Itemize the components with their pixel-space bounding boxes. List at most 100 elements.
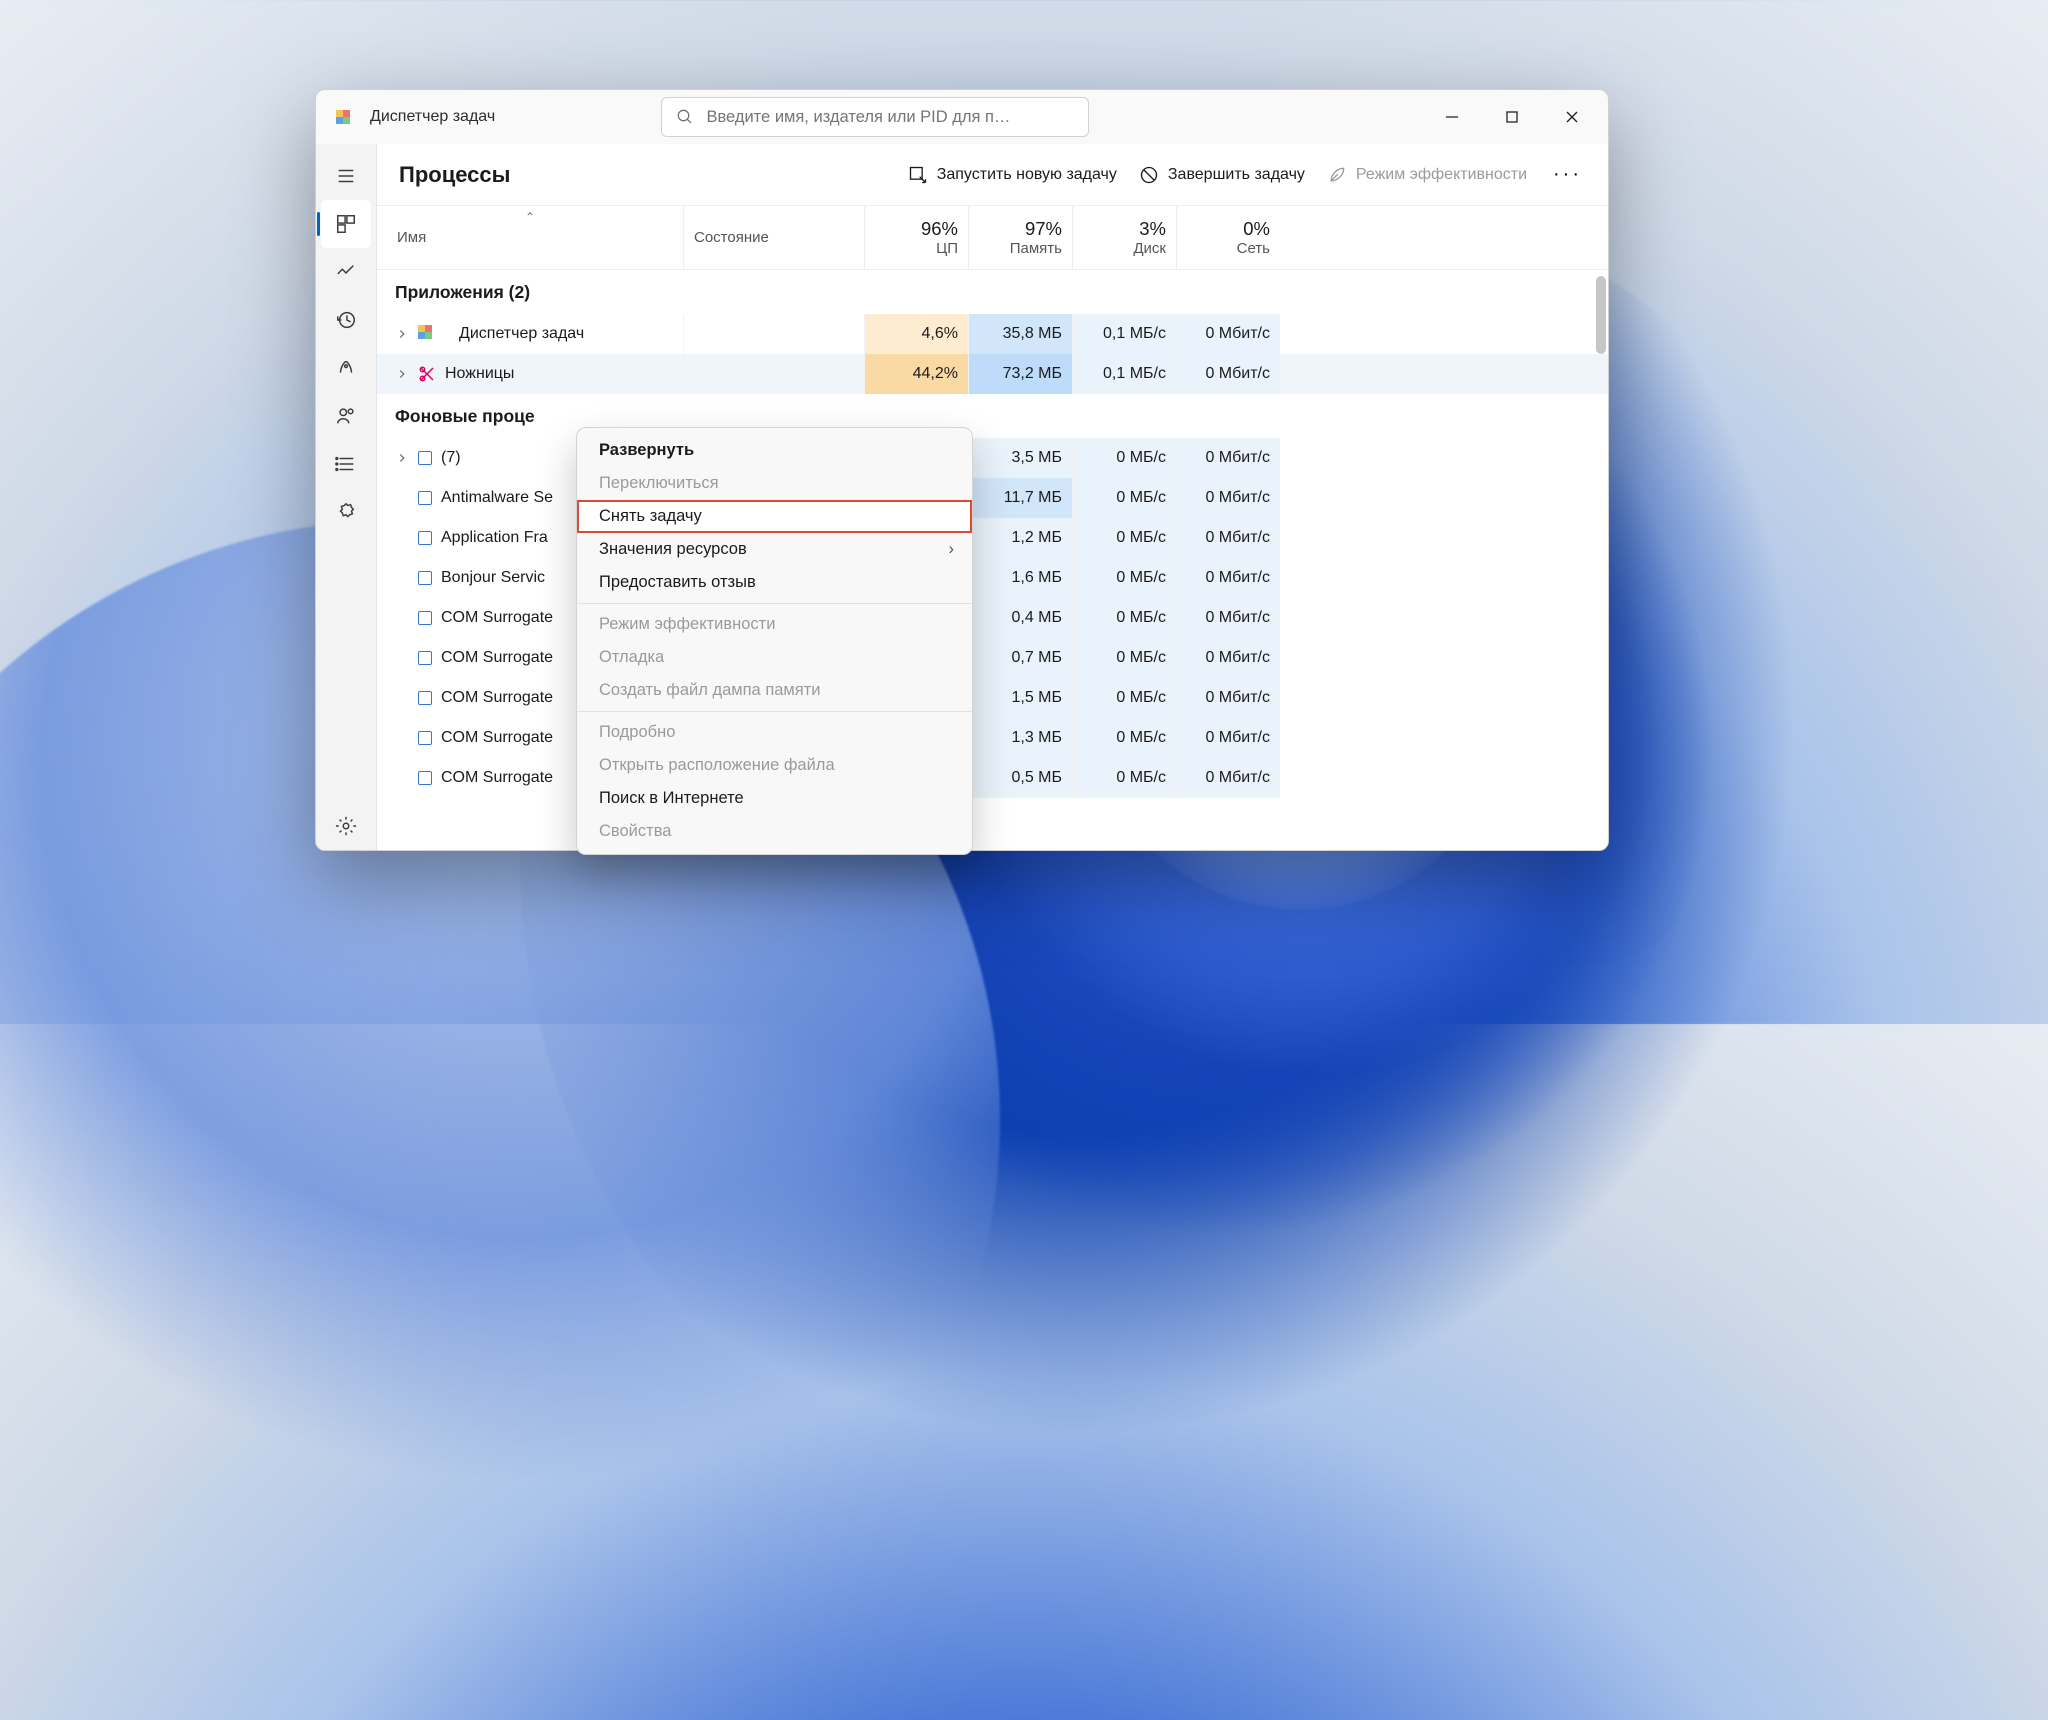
nav-performance[interactable] — [321, 248, 371, 296]
group-background: Фоновые проце — [377, 394, 1608, 438]
process-name: (7) — [441, 449, 461, 467]
nav-processes[interactable] — [321, 200, 371, 248]
cell-disk: 0 МБ/с — [1072, 678, 1176, 718]
chevron-right-icon[interactable] — [395, 367, 409, 381]
menu-item: Переключиться — [577, 467, 972, 500]
cell-disk: 0,1 МБ/с — [1072, 314, 1176, 354]
search-input[interactable] — [706, 108, 1074, 127]
col-cpu: 96%ЦП — [864, 206, 968, 269]
context-menu: РазвернутьПереключитьсяСнять задачуЗначе… — [576, 427, 973, 855]
scrollbar-thumb[interactable] — [1596, 276, 1606, 354]
table-row[interactable]: Bonjour Servic%1,6 МБ0 МБ/с0 Мбит/с — [377, 558, 1608, 598]
menu-item: Отладка — [577, 641, 972, 674]
chevron-right-icon: › — [949, 540, 955, 559]
process-name: COM Surrogate — [441, 769, 553, 787]
nav-services[interactable] — [321, 488, 371, 536]
titlebar: Диспетчер задач — [316, 90, 1608, 144]
efficiency-mode-button: Режим эффективности — [1327, 165, 1527, 185]
menu-separator — [577, 711, 972, 712]
search-box[interactable] — [661, 97, 1089, 137]
cell-network: 0 Мбит/с — [1176, 678, 1280, 718]
nav-startup[interactable] — [321, 344, 371, 392]
col-disk: 3%Диск — [1072, 206, 1176, 269]
cell-disk: 0 МБ/с — [1072, 438, 1176, 478]
cell-network: 0 Мбит/с — [1176, 718, 1280, 758]
table-row[interactable]: Application Fra%1,2 МБ0 МБ/с0 Мбит/с — [377, 518, 1608, 558]
table-row[interactable]: (7)%3,5 МБ0 МБ/с0 Мбит/с — [377, 438, 1608, 478]
app-title: Диспетчер задач — [370, 108, 495, 126]
cell-disk: 0 МБ/с — [1072, 718, 1176, 758]
cell-network: 0 Мбит/с — [1176, 518, 1280, 558]
menu-item: Открыть расположение файла — [577, 749, 972, 782]
cell-memory: 1,3 МБ — [968, 718, 1072, 758]
nav-users[interactable] — [321, 392, 371, 440]
sidebar — [316, 144, 377, 850]
menu-item[interactable]: Значения ресурсов› — [577, 533, 972, 566]
process-name: COM Surrogate — [441, 689, 553, 707]
end-task-button[interactable]: Завершить задачу — [1139, 165, 1305, 185]
cell-memory: 1,5 МБ — [968, 678, 1072, 718]
menu-item[interactable]: Развернуть — [577, 434, 972, 467]
cell-network: 0 Мбит/с — [1176, 758, 1280, 798]
process-name: Application Fra — [441, 529, 548, 547]
cell-memory: 3,5 МБ — [968, 438, 1072, 478]
cell-network: 0 Мбит/с — [1176, 354, 1280, 394]
minimize-button[interactable] — [1422, 95, 1482, 139]
table-header[interactable]: ⌃Имя Состояние 96%ЦП 97%Память 3%Диск 0%… — [377, 206, 1608, 270]
leaf-icon — [1327, 165, 1347, 185]
group-apps: Приложения (2) — [377, 270, 1608, 314]
table-row[interactable]: COM Surrogate%0,7 МБ0 МБ/с0 Мбит/с — [377, 638, 1608, 678]
cell-cpu: 4,6% — [864, 314, 968, 354]
more-button[interactable]: ··· — [1549, 163, 1586, 186]
process-name: Диспетчер задач — [459, 325, 584, 343]
nav-history[interactable] — [321, 296, 371, 344]
cell-memory: 1,2 МБ — [968, 518, 1072, 558]
menu-item[interactable]: Снять задачу — [577, 500, 972, 533]
table-row[interactable]: Диспетчер задач 4,6%35,8 МБ0,1 МБ/с0 Мбит… — [377, 314, 1608, 354]
sort-indicator-icon: ⌃ — [377, 210, 683, 224]
menu-item[interactable]: Поиск в Интернете — [577, 782, 972, 815]
table-row[interactable]: Antimalware Se%11,7 МБ0 МБ/с0 Мбит/с — [377, 478, 1608, 518]
chevron-right-icon[interactable] — [395, 451, 409, 465]
cell-network: 0 Мбит/с — [1176, 558, 1280, 598]
maximize-button[interactable] — [1482, 95, 1542, 139]
app-icon — [336, 110, 356, 124]
menu-item: Подробно — [577, 716, 972, 749]
close-button[interactable] — [1542, 95, 1602, 139]
cell-memory: 73,2 МБ — [968, 354, 1072, 394]
toolbar: Процессы Запустить новую задачу Завершит… — [377, 144, 1608, 206]
table-row[interactable]: COM Surrogate%1,3 МБ0 МБ/с0 Мбит/с — [377, 718, 1608, 758]
table-row[interactable]: COM Surrogate%0,5 МБ0 МБ/с0 Мбит/с — [377, 758, 1608, 798]
page-title: Процессы — [399, 162, 510, 188]
cell-memory: 0,7 МБ — [968, 638, 1072, 678]
table-row[interactable]: Ножницы44,2%73,2 МБ0,1 МБ/с0 Мбит/с — [377, 354, 1608, 394]
process-table: ⌃Имя Состояние 96%ЦП 97%Память 3%Диск 0%… — [377, 206, 1608, 850]
cell-memory: 11,7 МБ — [968, 478, 1072, 518]
cell-disk: 0,1 МБ/с — [1072, 354, 1176, 394]
end-task-icon — [1139, 165, 1159, 185]
cell-network: 0 Мбит/с — [1176, 314, 1280, 354]
col-memory: 97%Память — [968, 206, 1072, 269]
col-network: 0%Сеть — [1176, 206, 1280, 269]
nav-menu-button[interactable] — [321, 152, 371, 200]
cell-disk: 0 МБ/с — [1072, 598, 1176, 638]
run-new-task-icon — [908, 165, 928, 185]
nav-details[interactable] — [321, 440, 371, 488]
table-row[interactable]: COM Surrogate%1,5 МБ0 МБ/с0 Мбит/с — [377, 678, 1608, 718]
menu-item[interactable]: Предоставить отзыв — [577, 566, 972, 599]
menu-item: Режим эффективности — [577, 608, 972, 641]
process-name: Bonjour Servic — [441, 569, 545, 587]
run-new-task-button[interactable]: Запустить новую задачу — [908, 165, 1117, 185]
menu-item: Свойства — [577, 815, 972, 848]
cell-memory: 35,8 МБ — [968, 314, 1072, 354]
process-name: COM Surrogate — [441, 729, 553, 747]
chevron-right-icon[interactable] — [395, 327, 409, 341]
table-row[interactable]: COM Surrogate%0,4 МБ0 МБ/с0 Мбит/с — [377, 598, 1608, 638]
cell-cpu: 44,2% — [864, 354, 968, 394]
cell-network: 0 Мбит/с — [1176, 598, 1280, 638]
col-status: Состояние — [683, 206, 864, 269]
col-name: ⌃Имя — [377, 206, 683, 269]
nav-settings[interactable] — [321, 802, 371, 850]
cell-disk: 0 МБ/с — [1072, 558, 1176, 598]
cell-memory: 1,6 МБ — [968, 558, 1072, 598]
